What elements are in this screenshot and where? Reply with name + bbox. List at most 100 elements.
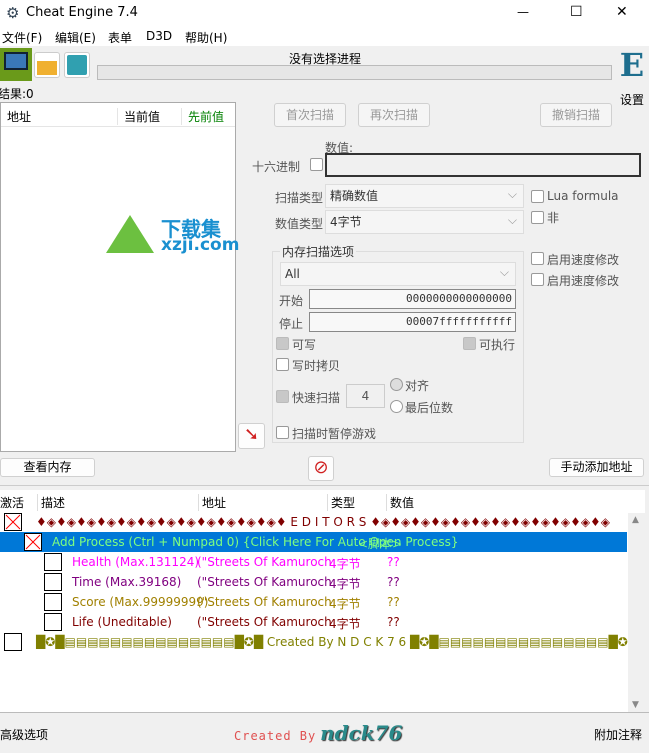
not-checkbox[interactable] — [531, 211, 544, 224]
last-digits-label: 最后位数 — [405, 401, 454, 415]
open-file-button[interactable] — [34, 52, 60, 78]
row-address: ("Streets Of Kamuroch — [197, 615, 332, 629]
col-value[interactable]: 数值 — [386, 494, 414, 511]
speedhack-label-2: 启用速度修改 — [547, 274, 620, 288]
row-address: ("Streets Of Kamuroch — [197, 595, 332, 609]
col-current[interactable]: 当前值 — [117, 108, 160, 125]
app-icon: ⚙ — [6, 4, 20, 22]
row-type: 4字节 — [329, 577, 361, 591]
cheat-table[interactable]: 激活 描述 地址 类型 数值 ♦◈♦◈♦◈♦◈♦◈♦◈♦◈♦◈♦◈♦◈♦◈♦◈♦… — [0, 490, 645, 712]
scan-type-select[interactable]: 精确数值 — [325, 183, 524, 208]
table-row[interactable]: Add Process (Ctrl + Numpad 0) {Click Her… — [0, 532, 627, 552]
settings-label: 设置 — [620, 93, 645, 107]
save-button[interactable] — [64, 52, 90, 78]
fast-scan-value-input[interactable]: 4 — [346, 384, 385, 408]
active-checkbox[interactable] — [44, 613, 62, 631]
advanced-options-button[interactable]: 高级选项 — [0, 726, 48, 743]
col-address[interactable]: 地址 — [198, 494, 226, 511]
footer: 高级选项 Created By ndck76 附加注释 — [0, 712, 649, 753]
speedhack-label-1: 启用速度修改 — [547, 253, 620, 267]
table-comments-button[interactable]: 附加注释 — [594, 726, 642, 743]
found-address-list[interactable]: 地址 当前值 先前值 下载集 xzji.com — [0, 102, 239, 452]
table-row[interactable]: Time (Max.39168) ("Streets Of Kamuroch 4字节… — [0, 572, 627, 592]
active-checkbox[interactable] — [44, 573, 62, 591]
menu-table[interactable]: 表单 — [108, 29, 132, 46]
undo-scan-button[interactable]: 撤销扫描 — [540, 103, 612, 127]
table-header: 激活 描述 地址 类型 数值 — [0, 490, 645, 512]
minimize-button[interactable]: — — [517, 5, 529, 19]
add-to-list-arrow-button[interactable]: ➘ — [238, 423, 265, 449]
row-description: █✪█▤▤▤▤▤▤▤▤▤▤▤▤▤▤▤█✪█ Created By N D C K… — [36, 635, 628, 649]
scroll-down-icon[interactable]: ▼ — [632, 700, 639, 710]
hex-checkbox[interactable] — [310, 158, 323, 171]
col-description[interactable]: 描述 — [37, 494, 65, 511]
cross-icon — [5, 514, 21, 530]
start-label: 开始 — [279, 294, 304, 308]
menu-edit[interactable]: 编辑(E) — [55, 29, 96, 46]
col-active[interactable]: 激活 — [0, 494, 24, 511]
monitor-search-icon — [4, 52, 28, 70]
lua-formula-label: Lua formula — [547, 189, 619, 203]
view-memory-button[interactable]: 查看内存 — [0, 458, 95, 477]
menu-help[interactable]: 帮助(H) — [185, 29, 227, 46]
active-checkbox[interactable] — [4, 633, 22, 651]
fast-scan-label: 快速扫描 — [292, 391, 341, 405]
ce-logo-icon: E — [619, 46, 645, 84]
table-row[interactable]: ♦◈♦◈♦◈♦◈♦◈♦◈♦◈♦◈♦◈♦◈♦◈♦◈♦ E D I T O R S … — [0, 512, 627, 532]
first-scan-button[interactable]: 首次扫描 — [274, 103, 346, 127]
row-description: ♦◈♦◈♦◈♦◈♦◈♦◈♦◈♦◈♦◈♦◈♦◈♦◈♦ E D I T O R S … — [36, 515, 611, 529]
executable-checkbox[interactable] — [463, 337, 476, 350]
title-bar: ⚙ Cheat Engine 7.4 — ☐ ✕ — [0, 0, 649, 28]
progress-bar — [97, 65, 612, 80]
vertical-scrollbar[interactable]: ▲ ▼ — [628, 513, 645, 712]
row-value: ?? — [387, 615, 400, 629]
next-scan-button[interactable]: 再次扫描 — [358, 103, 430, 127]
close-button[interactable]: ✕ — [616, 4, 628, 20]
table-row[interactable]: Health (Max.131124) ("Streets Of Kamuroch… — [0, 552, 627, 572]
menu-file[interactable]: 文件(F) — [2, 29, 42, 46]
stop-address-input[interactable]: 00007fffffffffff — [309, 312, 516, 332]
open-process-button[interactable] — [0, 48, 32, 81]
speedhack-checkbox-1[interactable] — [531, 252, 544, 265]
add-address-manually-button[interactable]: 手动添加地址 — [549, 458, 644, 477]
fast-scan-checkbox[interactable] — [276, 390, 289, 403]
active-checkbox[interactable] — [44, 593, 62, 611]
value-input[interactable] — [325, 153, 641, 177]
start-address-input[interactable]: 0000000000000000 — [309, 289, 516, 309]
region-select[interactable]: All — [280, 261, 516, 286]
col-address[interactable]: 地址 — [7, 108, 31, 125]
hex-label: 十六进制 — [252, 160, 301, 174]
active-checkbox[interactable] — [4, 513, 22, 531]
col-previous[interactable]: 先前值 — [181, 108, 224, 125]
writable-checkbox[interactable] — [276, 337, 289, 350]
row-description: Life (Uneditable) — [72, 615, 172, 629]
maximize-button[interactable]: ☐ — [570, 4, 583, 20]
pause-game-checkbox[interactable] — [276, 426, 289, 439]
created-by-logo: Created By ndck76 — [234, 721, 403, 745]
active-checkbox[interactable] — [44, 553, 62, 571]
table-row[interactable]: Life (Uneditable) ("Streets Of Kamuroch 4字… — [0, 612, 627, 632]
last-digits-radio[interactable] — [390, 400, 403, 413]
list-header: 地址 当前值 先前值 — [1, 103, 235, 127]
folder-icon — [37, 61, 57, 75]
speedhack-checkbox-2[interactable] — [531, 273, 544, 286]
align-label: 对齐 — [405, 379, 430, 393]
align-radio[interactable] — [390, 378, 403, 391]
stop-button[interactable]: ⊘ — [308, 456, 334, 481]
value-type-select[interactable]: 4字节 — [325, 209, 524, 234]
menu-d3d[interactable]: D3D — [146, 29, 172, 43]
splitter[interactable] — [0, 485, 649, 489]
active-checkbox[interactable] — [24, 533, 42, 551]
copy-on-write-checkbox[interactable] — [276, 358, 289, 371]
row-description: Time (Max.39168) — [72, 575, 182, 589]
row-type: 4字节 — [329, 597, 361, 611]
menu-bar: 文件(F) 编辑(E) 表单 D3D 帮助(H) — [0, 28, 649, 46]
table-row[interactable]: Score (Max.99999999) ("Streets Of Kamuroc… — [0, 592, 627, 612]
table-row[interactable]: █✪█▤▤▤▤▤▤▤▤▤▤▤▤▤▤▤█✪█ Created By N D C K… — [0, 632, 628, 652]
scroll-up-icon[interactable]: ▲ — [632, 515, 639, 525]
row-type: 4字节 — [329, 557, 361, 571]
col-type[interactable]: 类型 — [327, 494, 355, 511]
lua-formula-checkbox[interactable] — [531, 190, 544, 203]
settings-button[interactable]: E 设置 — [615, 46, 649, 107]
row-value: ?? — [387, 595, 400, 609]
